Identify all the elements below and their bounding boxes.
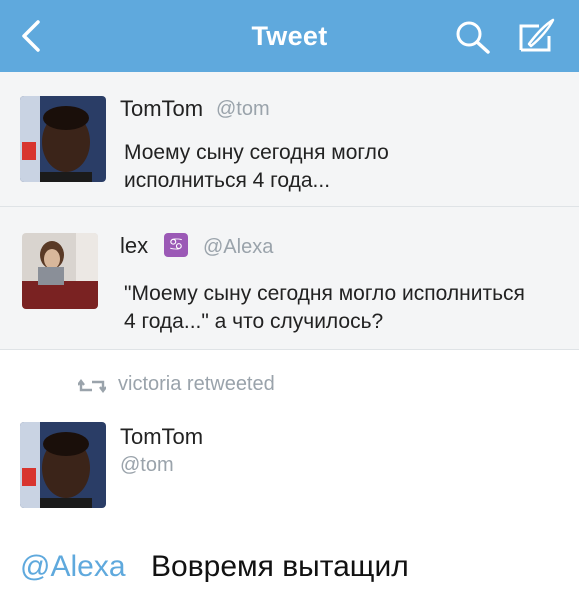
zodiac-cancer-icon: ♋ xyxy=(164,233,188,257)
search-icon[interactable] xyxy=(452,18,496,56)
avatar[interactable] xyxy=(20,422,106,508)
author-name[interactable]: TomTom xyxy=(120,96,203,122)
tweet-text-line-2: 4 года..." а что случилось? xyxy=(124,310,384,333)
author-name[interactable]: TomTom xyxy=(120,424,203,450)
tweet-text-line-1: Моему сыну сегодня могло xyxy=(124,141,389,164)
author-handle[interactable]: @tom xyxy=(216,98,270,121)
retweeted-by-label[interactable]: victoria retweeted xyxy=(118,373,275,396)
author-handle[interactable]: @tom xyxy=(120,454,174,477)
chevron-left-icon[interactable] xyxy=(14,18,48,54)
tweet-text-line-1: "Моему сыну сегодня могло исполниться xyxy=(124,282,525,305)
retweet-icon xyxy=(78,379,106,393)
tweet-text-line-2: исполниться 4 года... xyxy=(124,169,331,192)
author-handle[interactable]: @Alexa xyxy=(203,236,273,259)
mention-link[interactable]: @Alexa xyxy=(20,550,126,584)
avatar[interactable] xyxy=(22,233,98,309)
tweet-text: Вовремя вытащил xyxy=(151,550,409,583)
compose-icon[interactable] xyxy=(515,16,559,56)
avatar[interactable] xyxy=(20,96,106,182)
page-title: Tweet xyxy=(251,20,328,51)
author-name[interactable]: lex xyxy=(120,233,148,259)
